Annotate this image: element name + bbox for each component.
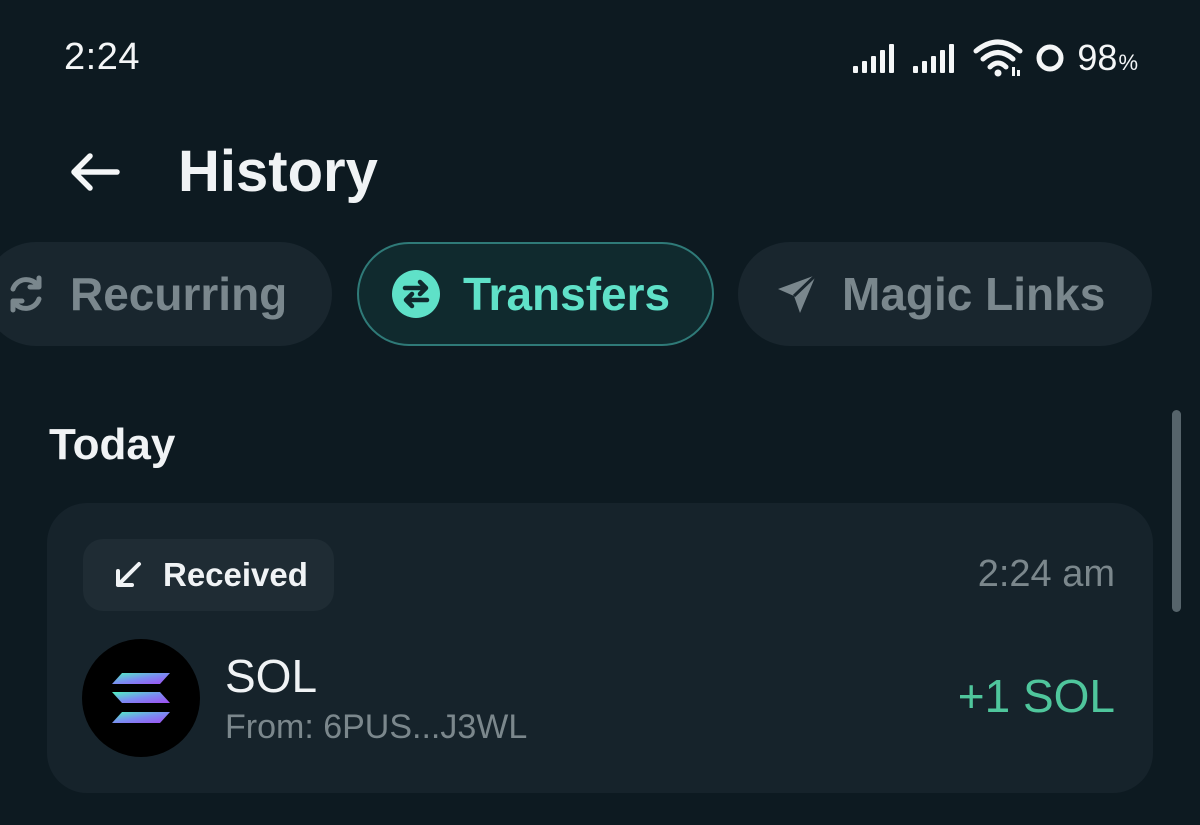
wifi-icon bbox=[973, 39, 1023, 77]
battery-ring-icon bbox=[1036, 44, 1064, 72]
tab-magic-links[interactable]: Magic Links bbox=[738, 242, 1152, 346]
tab-label: Recurring bbox=[70, 268, 288, 320]
tab-transfers[interactable]: Transfers bbox=[357, 242, 714, 346]
section-title: Today bbox=[49, 420, 176, 469]
battery-unit: % bbox=[1118, 50, 1138, 75]
signal-icon bbox=[913, 44, 955, 73]
tab-recurring[interactable]: Recurring bbox=[0, 242, 332, 346]
token-name: SOL bbox=[225, 650, 318, 702]
arrow-left-icon bbox=[71, 153, 120, 191]
arrow-down-left-icon bbox=[116, 562, 141, 587]
signal-icon bbox=[853, 44, 895, 73]
tab-label: Transfers bbox=[463, 268, 671, 320]
transfer-icon bbox=[392, 270, 440, 318]
scrollbar[interactable] bbox=[1172, 410, 1181, 612]
back-button[interactable] bbox=[60, 140, 128, 204]
solana-logo-icon bbox=[112, 673, 170, 723]
status-time: 2:24 bbox=[64, 36, 140, 78]
sender-address: From: 6PUS...J3WL bbox=[225, 708, 528, 746]
status-badge: Received bbox=[83, 539, 334, 611]
history-screen: 2:24 98 % History Recurring Transfers Ma… bbox=[0, 0, 1200, 825]
send-arrow-icon bbox=[778, 273, 818, 313]
transaction-amount: +1 SOL bbox=[957, 670, 1115, 722]
token-avatar bbox=[82, 639, 200, 757]
battery-level: 98 % bbox=[1077, 37, 1138, 79]
tab-label: Magic Links bbox=[842, 268, 1106, 320]
recurring-icon bbox=[10, 275, 42, 313]
transaction-time: 2:24 am bbox=[977, 553, 1115, 595]
status-icons: 98 % bbox=[853, 37, 1138, 79]
battery-value: 98 bbox=[1077, 37, 1118, 78]
page-title: History bbox=[178, 139, 378, 204]
badge-label: Received bbox=[163, 556, 308, 593]
transaction-card[interactable]: Received 2:24 am SOL From: 6PUS...J3WL +… bbox=[47, 503, 1153, 793]
